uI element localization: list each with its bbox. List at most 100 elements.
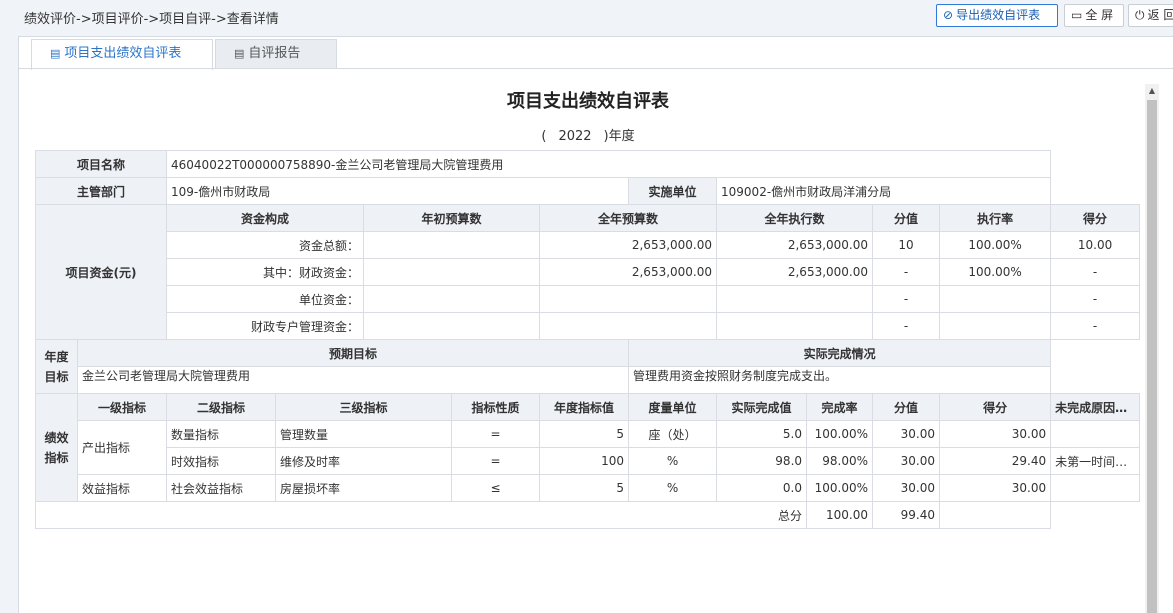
funds-label: 项目资金(元) bbox=[34, 204, 168, 340]
indicator-row: 时效指标 维修及时率 = 100 % 98.0 98.00% 30.00 29.… bbox=[36, 447, 1140, 475]
funds-cell: 100.00% bbox=[939, 258, 1052, 286]
funds-header: 得分 bbox=[1050, 204, 1140, 232]
funds-cell: 2,653,000.00 bbox=[716, 258, 874, 286]
indicator-header: 完成率 bbox=[806, 393, 874, 421]
indicator-level2: 社会效益指标 bbox=[166, 474, 277, 502]
indicator-actual: 0.0 bbox=[716, 474, 808, 502]
funds-cell: - bbox=[1050, 285, 1140, 313]
total-got: 99.40 bbox=[872, 501, 941, 529]
funds-header: 年初预算数 bbox=[363, 204, 541, 232]
goal-actual: 管理费用资金按照财务制度完成支出。 bbox=[628, 366, 1052, 394]
funds-cell: 2,653,000.00 bbox=[539, 231, 718, 259]
indicator-got: 29.40 bbox=[939, 447, 1052, 475]
funds-cell bbox=[363, 312, 541, 340]
dept-label: 主管部门 bbox=[34, 177, 168, 205]
impl-value: 109002-儋州市财政局洋浦分局 bbox=[716, 177, 1052, 205]
funds-cell bbox=[716, 312, 874, 340]
funds-cell: 10.00 bbox=[1050, 231, 1140, 259]
breadcrumb: 绩效评价->项目评价->项目自评->查看详情 bbox=[24, 12, 279, 27]
tab-self-eval-report[interactable]: ▤ 自评报告 bbox=[215, 39, 337, 69]
funds-cell bbox=[363, 231, 541, 259]
fullscreen-button[interactable]: ▭ 全 屏 bbox=[1064, 4, 1124, 27]
export-button[interactable]: ⊘ 导出绩效自评表 bbox=[936, 4, 1058, 27]
goal-label-line: 年度 bbox=[44, 349, 69, 364]
total-reason bbox=[939, 501, 1052, 529]
indicator-target: 5 bbox=[539, 420, 630, 448]
indicator-header: 实际完成值 bbox=[716, 393, 808, 421]
tab-divider bbox=[19, 68, 1173, 69]
indicator-header: 未完成原因分析 bbox=[1050, 393, 1140, 421]
indicator-level2: 时效指标 bbox=[166, 447, 277, 475]
fullscreen-button-label: 全 屏 bbox=[1085, 8, 1114, 22]
goal-header-actual: 实际完成情况 bbox=[628, 339, 1052, 367]
indicator-row: 产出指标 数量指标 管理数量 = 5 座（处） 5.0 100.00% 30.0… bbox=[36, 420, 1140, 475]
goal-row: 金兰公司老管理局大院管理费用 管理费用资金按照财务制度完成支出。 bbox=[36, 366, 1140, 394]
indicator-actual: 98.0 bbox=[716, 447, 808, 475]
indicator-nature: = bbox=[451, 447, 541, 475]
indicator-label: 绩效 指标 bbox=[35, 393, 78, 502]
self-eval-table: 项目名称 46040022T000000758890-金兰公司老管理局大院管理费… bbox=[34, 150, 1140, 529]
year-line: (2022 )年度 bbox=[19, 125, 1157, 144]
total-row: 总分 100.00 99.40 bbox=[34, 501, 1140, 529]
indicator-got: 30.00 bbox=[939, 474, 1052, 502]
goal-label: 年度 目标 bbox=[35, 339, 78, 394]
year-open: ( bbox=[541, 129, 547, 144]
year-value: 2022 bbox=[558, 129, 592, 144]
power-icon: ⏻ bbox=[1135, 8, 1145, 22]
indicator-header: 指标性质 bbox=[451, 393, 541, 421]
indicator-label-line: 指标 bbox=[44, 450, 69, 465]
funds-cell: - bbox=[1050, 312, 1140, 340]
scrollbar-thumb[interactable] bbox=[1147, 100, 1157, 613]
row-project-name: 项目名称 46040022T000000758890-金兰公司老管理局大院管理费… bbox=[34, 150, 1140, 178]
indicator-target: 5 bbox=[539, 474, 630, 502]
indicator-got: 30.00 bbox=[939, 420, 1052, 448]
funds-row: 其中：财政资金： 2,653,000.00 2,653,000.00 - 100… bbox=[36, 258, 1140, 286]
funds-cell bbox=[939, 312, 1052, 340]
tab-self-eval-sheet[interactable]: ▤ 项目支出绩效自评表 bbox=[31, 39, 213, 70]
funds-cell bbox=[363, 258, 541, 286]
indicator-target: 100 bbox=[539, 447, 630, 475]
back-button-label: 返 回 bbox=[1147, 8, 1173, 22]
export-button-label: 导出绩效自评表 bbox=[956, 8, 1041, 22]
vertical-scrollbar[interactable]: ▲ bbox=[1145, 84, 1159, 613]
indicator-actual: 5.0 bbox=[716, 420, 808, 448]
scroll-up-arrow-icon[interactable]: ▲ bbox=[1145, 84, 1159, 98]
funds-row: 单位资金： - - bbox=[36, 285, 1140, 313]
goal-expected: 金兰公司老管理局大院管理费用 bbox=[76, 366, 630, 394]
funds-cell bbox=[363, 285, 541, 313]
indicator-rate: 100.00% bbox=[806, 420, 874, 448]
funds-header: 执行率 bbox=[939, 204, 1052, 232]
indicator-level2: 数量指标 bbox=[166, 420, 277, 448]
indicator-rate: 100.00% bbox=[806, 474, 874, 502]
goal-header-row: 年度 目标 预期目标 实际完成情况 bbox=[35, 339, 1140, 394]
tab-label: 自评报告 bbox=[248, 46, 301, 61]
impl-label: 实施单位 bbox=[628, 177, 718, 205]
indicator-level3: 房屋损坏率 bbox=[275, 474, 453, 502]
funds-cell: 100.00% bbox=[939, 231, 1052, 259]
top-bar: 绩效评价->项目评价->项目自评->查看详情 ⊘ 导出绩效自评表 ▭ 全 屏 ⏻ 返 … bbox=[0, 0, 1173, 32]
year-close: )年度 bbox=[603, 129, 635, 144]
funds-cell: - bbox=[872, 258, 941, 286]
goal-header-expected: 预期目标 bbox=[76, 339, 630, 367]
total-label: 总分 bbox=[34, 501, 808, 529]
indicator-reason: 未第一时间到... bbox=[1050, 447, 1140, 475]
tab-label: 项目支出绩效自评表 bbox=[64, 46, 182, 61]
funds-header: 全年预算数 bbox=[539, 204, 718, 232]
indicator-reason bbox=[1050, 420, 1140, 448]
funds-cell: 单位资金： bbox=[166, 285, 365, 313]
project-name-label: 项目名称 bbox=[34, 150, 168, 178]
funds-row: 财政专户管理资金： - - bbox=[36, 312, 1140, 340]
indicator-header-row: 绩效 指标 一级指标 二级指标 三级指标 指标性质 年度指标值 度量单位 实际完成… bbox=[35, 393, 1140, 502]
funds-cell: 10 bbox=[872, 231, 941, 259]
funds-cell: 其中：财政资金： bbox=[166, 258, 365, 286]
sheet-icon: ▤ bbox=[234, 47, 245, 60]
funds-header: 全年执行数 bbox=[716, 204, 874, 232]
indicator-level3: 维修及时率 bbox=[275, 447, 453, 475]
paperclip-icon: ⊘ bbox=[943, 8, 954, 22]
back-button[interactable]: ⏻ 返 回 bbox=[1128, 4, 1173, 27]
indicator-level1: 产出指标 bbox=[76, 420, 168, 475]
funds-header-row: 项目资金(元) 资金构成 年初预算数 全年预算数 全年执行数 分值 执行率 得分 bbox=[34, 204, 1140, 340]
content-panel: ▤ 项目支出绩效自评表 ▤ 自评报告 项目支出绩效自评表 (2022 )年度 ▲ 项目… bbox=[18, 36, 1173, 613]
funds-cell bbox=[539, 312, 718, 340]
funds-cell: 资金总额： bbox=[166, 231, 365, 259]
